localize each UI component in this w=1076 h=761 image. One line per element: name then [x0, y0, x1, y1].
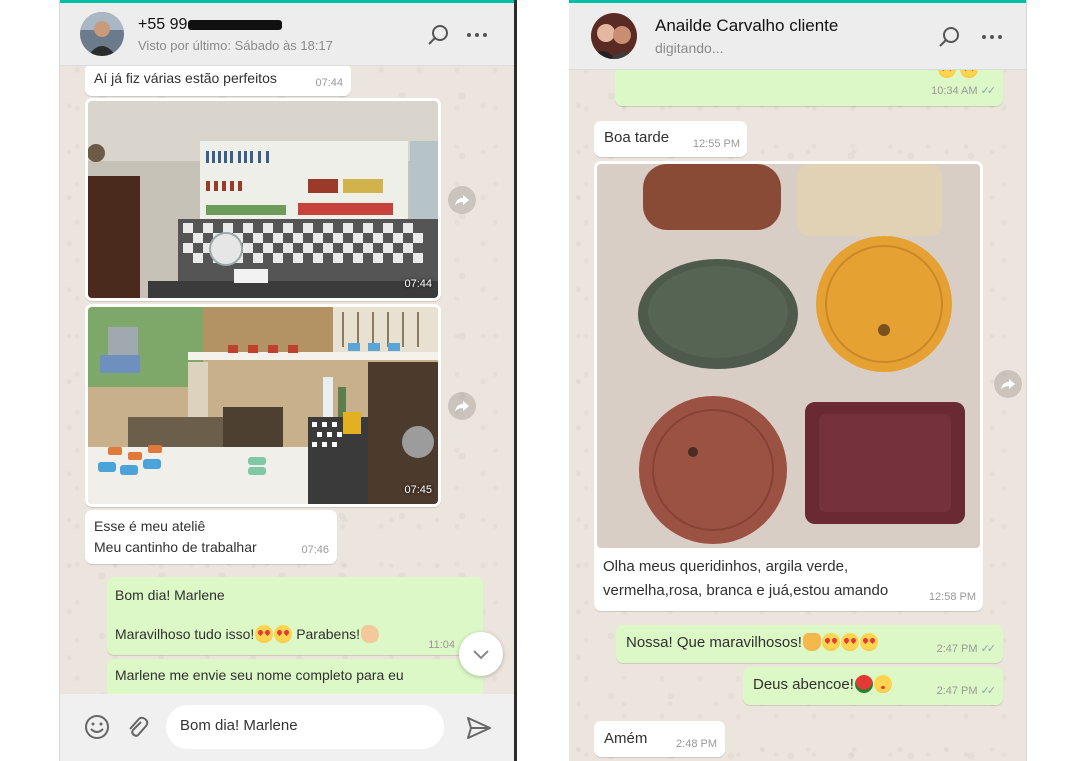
forward-icon[interactable] — [448, 186, 476, 214]
message-time: 2:47 PM ✓✓ — [936, 685, 997, 697]
forward-icon[interactable] — [448, 392, 476, 420]
atelier-photo-1[interactable]: 07:44 — [88, 101, 438, 298]
message-time: 07:46 — [301, 544, 329, 556]
message-incoming[interactable]: Amém 2:48 PM — [594, 721, 725, 757]
accent-bar — [60, 0, 514, 3]
menu-icon[interactable] — [464, 22, 490, 48]
photo-caption-line: Olha meus queridinhos, argila verde, — [603, 558, 849, 575]
message-text: Amém — [604, 730, 648, 747]
double-check-icon: ✓✓ — [980, 643, 997, 655]
message-input-value: Bom dia! Marlene — [180, 717, 298, 734]
chat-panel-right: Anailde Carvalho cliente digitando... 10… — [569, 0, 1027, 761]
kissing-face-emoji-icon — [873, 675, 892, 693]
contact-name[interactable]: Anailde Carvalho cliente — [655, 16, 838, 36]
photo-time: 07:45 — [404, 484, 432, 496]
chat-panel-left: +55 99 Visto por último: Sábado às 18:17… — [59, 0, 517, 761]
message-outgoing[interactable]: Nossa! Que maravilhosos! 2:47 PM ✓✓ — [616, 625, 1003, 663]
search-icon[interactable] — [937, 24, 963, 50]
contact-name[interactable]: +55 99 — [138, 16, 187, 34]
photo-time: 07:44 — [404, 278, 432, 290]
chevron-down-icon — [473, 650, 489, 660]
attach-icon[interactable] — [124, 714, 150, 740]
double-check-icon: ✓✓ — [980, 685, 997, 697]
message-text: Boa tarde — [604, 129, 670, 146]
avatar[interactable] — [80, 12, 124, 56]
photo-message[interactable]: 07:45 — [85, 304, 441, 507]
menu-icon[interactable] — [979, 24, 1005, 50]
message-time: 10:34 AM ✓✓ — [931, 85, 997, 97]
contact-status: Visto por último: Sábado às 18:17 — [138, 38, 333, 53]
soaps-photo[interactable] — [597, 164, 980, 548]
forward-icon[interactable] — [994, 370, 1022, 398]
message-time: 12:55 PM — [692, 138, 740, 150]
scroll-down-button[interactable] — [459, 632, 503, 676]
chat-header[interactable]: +55 99 Visto por último: Sábado às 18:17 — [60, 0, 514, 66]
message-incoming[interactable]: Aí já fiz várias estão perfeitos 07:44 — [85, 64, 351, 96]
redaction-mark — [188, 20, 282, 30]
heart-eyes-emoji-icon — [840, 633, 859, 651]
message-line: Bom dia! Marlene — [115, 587, 225, 603]
message-text: Nossa! Que maravilhosos! — [626, 634, 802, 651]
message-input[interactable]: Bom dia! Marlene — [166, 705, 444, 749]
message-text: Parabens! — [296, 626, 361, 642]
rose-emoji-icon — [854, 675, 873, 693]
send-icon[interactable] — [466, 715, 492, 741]
message-text: Aí já fiz várias estão perfeitos — [94, 70, 277, 86]
accent-bar — [569, 0, 1026, 3]
photo-caption-line: vermelha,rosa, branca e juá,estou amando — [603, 582, 889, 599]
message-time: 07:44 — [315, 77, 343, 89]
message-time: 2:47 PM ✓✓ — [936, 643, 997, 655]
atelier-photo-2[interactable]: 07:45 — [88, 307, 438, 504]
heart-eyes-emoji-icon — [821, 633, 840, 651]
praying-hands-emoji-icon — [802, 633, 821, 651]
heart-eyes-emoji-icon — [274, 625, 293, 643]
message-incoming[interactable]: Esse é meu ateliê Meu cantinho de trabal… — [85, 510, 337, 564]
message-line: Meu cantinho de trabalhar — [94, 539, 257, 555]
search-icon[interactable] — [426, 22, 452, 48]
double-check-icon: ✓✓ — [980, 85, 997, 97]
composer-bar: Bom dia! Marlene — [60, 694, 514, 761]
message-outgoing[interactable]: Bom dia! Marlene Maravilhoso tudo isso! … — [107, 577, 483, 655]
message-line: Nossa! Que maravilhosos! — [626, 633, 878, 653]
message-time: 12:58 PM — [928, 591, 976, 603]
heart-eyes-emoji-icon — [255, 625, 274, 643]
avatar[interactable] — [591, 13, 637, 59]
chat-header[interactable]: Anailde Carvalho cliente digitando... — [569, 0, 1026, 70]
message-line: Maravilhoso tudo isso! Parabens! — [115, 624, 380, 644]
message-outgoing[interactable]: Deus abencoe! 2:47 PM ✓✓ — [743, 667, 1003, 705]
message-text: Marlene me envie seu nome completo para … — [115, 667, 404, 683]
message-line: Deus abencoe! — [753, 675, 892, 695]
message-time: 11:04 — [428, 639, 455, 651]
message-text: Deus abencoe! — [753, 676, 854, 693]
message-text: Maravilhoso tudo isso! — [115, 626, 255, 642]
heart-eyes-emoji-icon — [859, 633, 878, 651]
photo-message[interactable]: Olha meus queridinhos, argila verde, ver… — [594, 161, 983, 611]
emoji-icon[interactable] — [84, 714, 110, 740]
clapping-hands-emoji-icon — [361, 625, 380, 643]
message-line: Esse é meu ateliê — [94, 518, 206, 534]
photo-message[interactable]: 07:44 — [85, 98, 441, 301]
message-incoming[interactable]: Boa tarde 12:55 PM — [594, 121, 747, 157]
contact-status: digitando... — [655, 40, 724, 56]
message-outgoing[interactable]: Marlene me envie seu nome completo para … — [107, 659, 483, 699]
message-time: 2:48 PM — [676, 738, 717, 750]
